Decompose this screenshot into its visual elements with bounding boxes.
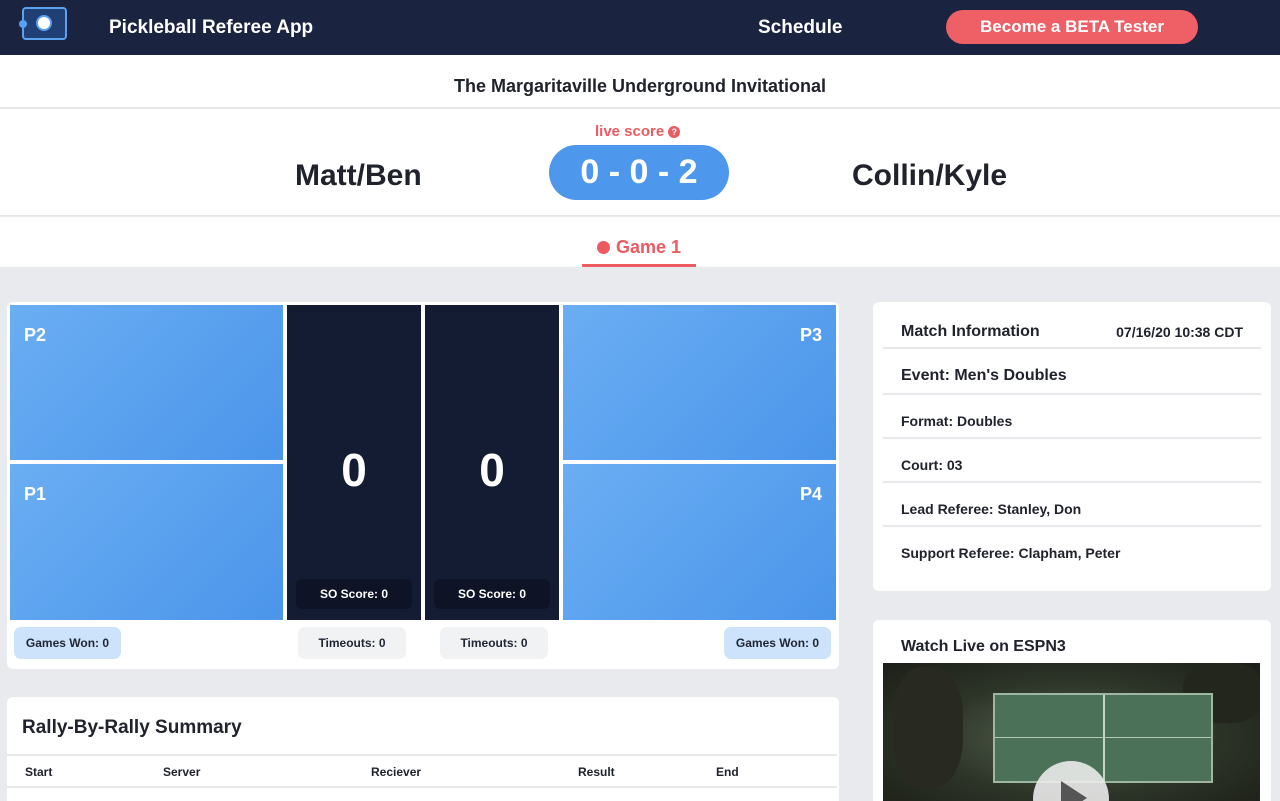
- event-bar: The Margaritaville Underground Invitatio…: [0, 55, 1280, 108]
- rally-table-header: Start Server Reciever Result End: [7, 754, 837, 788]
- right-so-score: SO Score: 0: [434, 579, 550, 609]
- player-p2[interactable]: P2: [10, 305, 283, 460]
- live-dot-icon: [596, 241, 610, 254]
- app-title[interactable]: Pickleball Referee App: [109, 17, 313, 39]
- team-right-name: Collin/Kyle: [852, 159, 1008, 192]
- left-timeouts-badge: Timeouts: 0: [298, 627, 406, 659]
- match-format: Format: Doubles: [901, 413, 1013, 429]
- tab-game-1-text: Game 1: [615, 237, 682, 257]
- match-event: Event: Men's Doubles: [901, 367, 1067, 384]
- player-p4-label: P4: [799, 484, 822, 504]
- column-header-result[interactable]: Result: [578, 765, 615, 779]
- lead-referee-row: Lead Referee: Stanley, Don: [883, 483, 1261, 527]
- column-header-receiver[interactable]: Reciever: [371, 765, 421, 779]
- right-team-score: 0: [479, 444, 505, 496]
- lead-referee: Lead Referee: Stanley, Don: [901, 501, 1082, 517]
- right-team-score-column: 0 SO Score: 0: [425, 305, 559, 620]
- player-p1[interactable]: P1: [10, 464, 283, 620]
- play-triangle: [1061, 781, 1087, 801]
- pickleball-logo-icon[interactable]: [19, 7, 67, 40]
- top-navbar: Pickleball Referee App Schedule Become a…: [0, 0, 1280, 55]
- left-team-score-column: 0 SO Score: 0: [287, 305, 421, 620]
- match-info-title: Match Information: [901, 323, 1040, 340]
- score-bar: live score? Matt/Ben 0 - 0 - 2 Collin/Ky…: [0, 109, 1280, 216]
- match-event-row: Event: Men's Doubles: [883, 349, 1261, 395]
- player-p4[interactable]: P4: [563, 464, 836, 620]
- rally-summary-title: Rally-By-Rally Summary: [22, 717, 242, 738]
- team-left-name: Matt/Ben: [295, 159, 422, 192]
- video-court-centerline: [995, 737, 1211, 738]
- match-format-row: Format: Doubles: [883, 395, 1261, 439]
- logo-dot: [19, 20, 27, 28]
- rally-summary-card: Rally-By-Rally Summary Start Server Reci…: [7, 697, 839, 801]
- question-circle-icon[interactable]: ?: [668, 126, 681, 138]
- watch-live-card: Watch Live on ESPN3: [873, 620, 1271, 801]
- player-p2-label: P2: [24, 325, 47, 345]
- column-header-server[interactable]: Server: [163, 765, 200, 779]
- match-info-header: Match Information 07/16/20 10:38 CDT: [883, 302, 1261, 349]
- tab-game-1-label: Game 1: [596, 237, 682, 257]
- video-player[interactable]: [883, 663, 1260, 801]
- right-games-won-badge: Games Won: 0: [724, 627, 831, 659]
- player-p1-label: P1: [24, 484, 47, 504]
- match-timestamp: 07/16/20 10:38 CDT: [1116, 324, 1243, 340]
- player-p3[interactable]: P3: [563, 305, 836, 460]
- left-so-score: SO Score: 0: [296, 579, 412, 609]
- match-court-row: Court: 03: [883, 439, 1261, 483]
- live-score-text: live score: [595, 123, 665, 140]
- live-score-label: live score?: [595, 123, 681, 140]
- video-court: [993, 693, 1213, 783]
- logo-ball: [36, 15, 52, 31]
- support-referee-row: Support Referee: Clapham, Peter: [883, 527, 1261, 571]
- tab-game-1[interactable]: Game 1: [582, 217, 696, 267]
- match-court: Court: 03: [901, 457, 963, 473]
- left-team-score: 0: [341, 444, 367, 496]
- left-games-won-badge: Games Won: 0: [14, 627, 121, 659]
- event-title: The Margaritaville Underground Invitatio…: [453, 76, 827, 96]
- court-card: P2 P1 0 SO Score: 0 0 SO Score: 0 P3 P4 …: [7, 302, 839, 669]
- watch-live-title: Watch Live on ESPN3: [901, 638, 1066, 655]
- video-tree-left: [893, 667, 963, 787]
- schedule-link[interactable]: Schedule: [758, 17, 842, 39]
- video-court-net: [1103, 695, 1105, 781]
- column-header-end[interactable]: End: [716, 765, 739, 779]
- player-p3-label: P3: [799, 325, 822, 345]
- game-tab-bar: Game 1: [0, 217, 1280, 267]
- support-referee: Support Referee: Clapham, Peter: [901, 545, 1121, 561]
- become-beta-tester-button[interactable]: Become a BETA Tester: [946, 10, 1198, 44]
- column-header-start[interactable]: Start: [25, 765, 52, 779]
- match-information-card: Match Information 07/16/20 10:38 CDT Eve…: [873, 302, 1271, 591]
- right-timeouts-badge: Timeouts: 0: [440, 627, 548, 659]
- live-score-pill: 0 - 0 - 2: [549, 145, 729, 200]
